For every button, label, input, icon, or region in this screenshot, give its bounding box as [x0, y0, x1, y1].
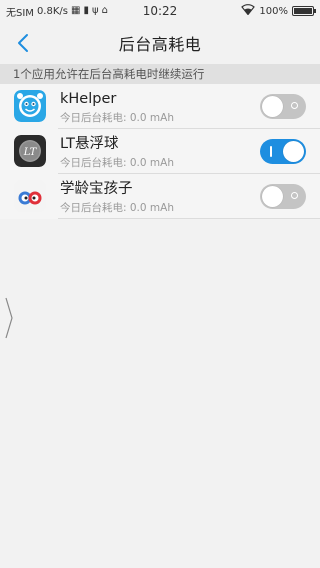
- divider: [58, 218, 320, 219]
- toggle-on-mark: [270, 146, 272, 157]
- toggle-knob: [262, 186, 283, 207]
- chevron-left-icon: [18, 34, 28, 52]
- list-item[interactable]: 学龄宝孩子 今日后台耗电: 0.0 mAh: [0, 174, 320, 219]
- app-usage: 今日后台耗电: 0.0 mAh: [60, 202, 174, 214]
- app-text: kHelper 今日后台耗电: 0.0 mAh: [60, 90, 174, 125]
- toggle-knob: [283, 141, 304, 162]
- lt-floating-ball-icon: LT: [14, 135, 46, 167]
- background-toggle[interactable]: [260, 184, 306, 209]
- background-toggle[interactable]: [260, 139, 306, 164]
- chevron-right-icon: [5, 297, 13, 339]
- app-name: 学龄宝孩子: [60, 181, 133, 197]
- sd-card-icon: ▮: [83, 5, 89, 16]
- usb-icon: ψ: [91, 5, 99, 16]
- page-title: 后台高耗电: [118, 35, 202, 54]
- section-header: 1个应用允许在后台高耗电时继续运行: [0, 64, 320, 84]
- toggle-off-mark: [291, 192, 298, 199]
- app-name: LT悬浮球: [60, 136, 119, 152]
- battery-percent: 100%: [259, 5, 288, 17]
- list-item[interactable]: LT LT悬浮球 今日后台耗电: 0.0 mAh: [0, 129, 320, 174]
- battery-icon: [292, 6, 316, 16]
- carrier-label: 无SIM: [6, 7, 34, 19]
- xuelingbao-icon: [14, 180, 46, 212]
- app-list: kHelper 今日后台耗电: 0.0 mAh LT LT悬浮球 今日后台耗电:…: [0, 84, 320, 219]
- toggle-knob: [262, 96, 283, 117]
- app-name: kHelper: [60, 91, 117, 107]
- khelper-icon: [14, 90, 46, 122]
- app-text: 学龄宝孩子 今日后台耗电: 0.0 mAh: [60, 180, 174, 215]
- back-button[interactable]: [10, 28, 36, 58]
- wifi-icon: [241, 4, 256, 18]
- status-bar: 无SIM 0.8K/s ▦ ▮ ψ ⌂ 10:22 100%: [0, 0, 320, 22]
- status-right: 100%: [241, 4, 316, 18]
- network-speed: 0.8K/s: [36, 5, 68, 17]
- side-drawer-handle[interactable]: [3, 296, 15, 340]
- app-usage: 今日后台耗电: 0.0 mAh: [60, 112, 174, 124]
- background-toggle[interactable]: [260, 94, 306, 119]
- app-text: LT悬浮球 今日后台耗电: 0.0 mAh: [60, 135, 174, 170]
- app-usage: 今日后台耗电: 0.0 mAh: [60, 157, 174, 169]
- list-item[interactable]: kHelper 今日后台耗电: 0.0 mAh: [0, 84, 320, 129]
- debug-icon: ⌂: [101, 5, 108, 16]
- notification-icon: ▦: [70, 5, 81, 16]
- toggle-off-mark: [291, 102, 298, 109]
- svg-text:LT: LT: [23, 147, 38, 158]
- header: 后台高耗电: [0, 22, 320, 64]
- status-left: 无SIM 0.8K/s ▦ ▮ ψ ⌂: [6, 4, 126, 19]
